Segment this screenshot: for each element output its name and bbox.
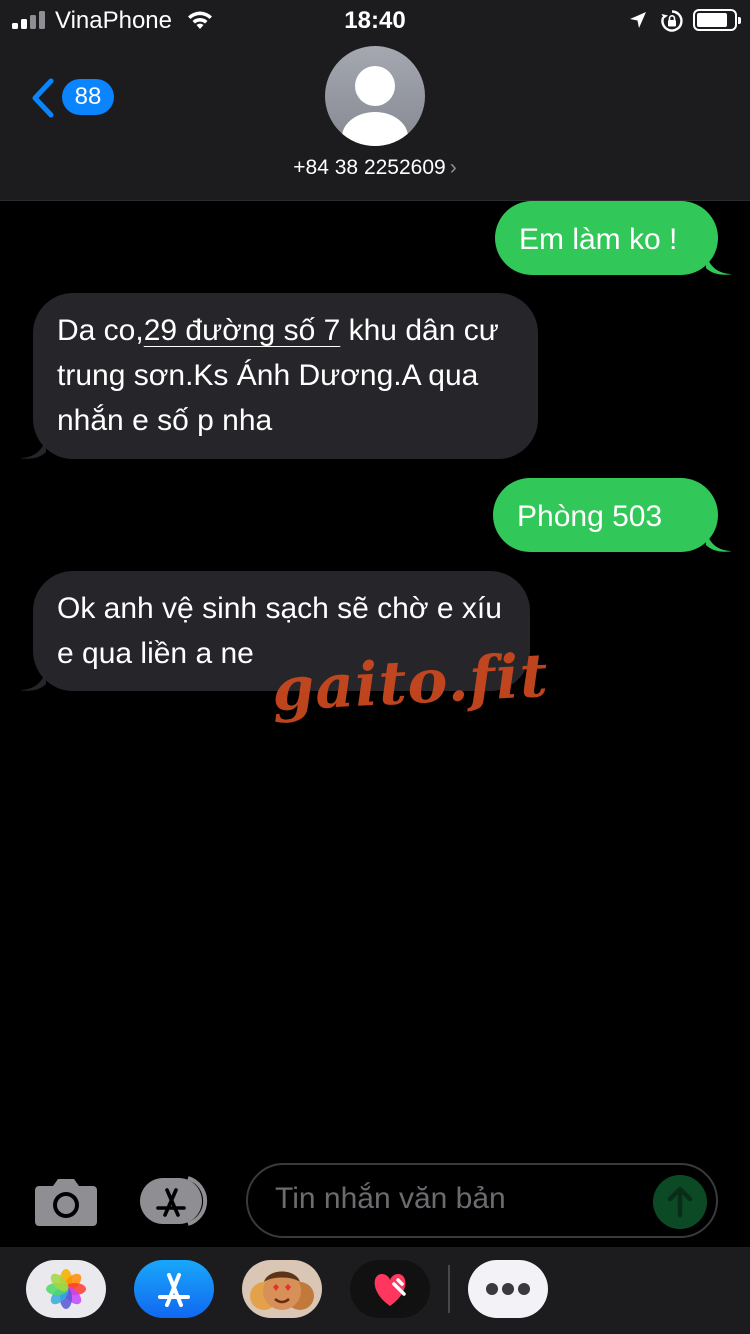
message-text: Em làm ko !: [519, 223, 678, 256]
send-button[interactable]: [653, 1175, 707, 1229]
address-link[interactable]: 29 đường số 7: [144, 314, 341, 347]
drawer-divider: [448, 1265, 450, 1313]
contact-name-button[interactable]: +84 38 2252609 ›: [0, 156, 750, 180]
message-input[interactable]: Tin nhắn văn bản: [246, 1163, 718, 1238]
status-bar: VinaPhone 18:40: [0, 0, 750, 40]
arrow-up-icon: [667, 1186, 693, 1218]
watermark: gaito.fit: [270, 640, 551, 726]
bubble-tail: [20, 436, 46, 459]
outgoing-message[interactable]: Em làm ko !: [495, 201, 718, 275]
unread-count-badge: 88: [62, 79, 114, 115]
contact-avatar[interactable]: [325, 46, 425, 146]
incoming-message[interactable]: Da co,29 đường số 7 khu dân cư trung sơn…: [33, 293, 538, 459]
location-arrow-icon: [630, 12, 646, 28]
contact-name: +84 38 2252609: [293, 156, 446, 179]
chevron-left-icon: [32, 78, 54, 118]
orientation-lock-icon: [661, 10, 683, 32]
bubble-tail: [706, 529, 732, 552]
app-store-button-icon[interactable]: [138, 1176, 214, 1226]
digital-touch-icon[interactable]: [350, 1260, 430, 1318]
chevron-right-icon: ›: [449, 156, 457, 179]
battery-icon: [693, 9, 741, 31]
memoji-icon[interactable]: [242, 1260, 322, 1318]
photos-app-icon[interactable]: [26, 1260, 106, 1318]
message-text: Phòng 503: [517, 500, 663, 533]
message-text: Da co,: [57, 314, 144, 347]
message-input-placeholder: Tin nhắn văn bản: [275, 1182, 506, 1215]
conversation-header: 88 +84 38 2252609 ›: [0, 40, 750, 201]
app-store-icon[interactable]: [134, 1260, 214, 1318]
more-apps-icon[interactable]: [468, 1260, 548, 1318]
outgoing-message[interactable]: Phòng 503: [493, 478, 718, 552]
bubble-tail: [706, 252, 732, 275]
bubble-tail: [20, 668, 46, 691]
camera-icon[interactable]: [35, 1176, 97, 1226]
app-drawer: [0, 1247, 750, 1334]
back-button[interactable]: 88: [30, 76, 120, 120]
